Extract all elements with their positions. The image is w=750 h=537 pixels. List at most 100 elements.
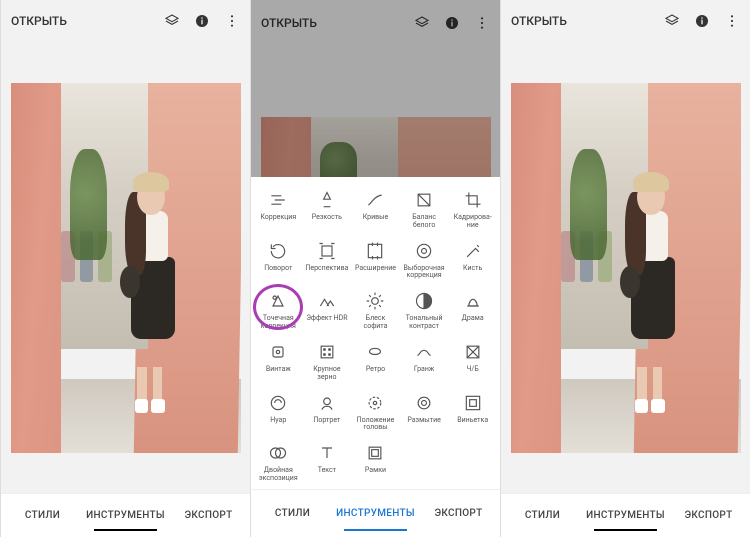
tool-label: Резкость	[312, 214, 342, 222]
tool-текст[interactable]: Текст	[304, 438, 351, 487]
tool-icon	[316, 240, 338, 262]
more-icon[interactable]	[724, 13, 740, 29]
bottom-tabs: СТИЛИ ИНСТРУМЕНТЫ ЭКСПОРТ	[251, 489, 500, 537]
tool-icon	[316, 290, 338, 312]
tool-блеск-софита[interactable]: Блеск софита	[352, 286, 399, 335]
tool-label: Выборочная коррекция	[402, 265, 447, 280]
tool-icon	[316, 392, 338, 414]
tool-icon	[316, 189, 338, 211]
tab-tools[interactable]: ИНСТРУМЕНТЫ	[334, 490, 417, 537]
tool-label: Эффект HDR	[306, 315, 347, 323]
tool-виньетка[interactable]: Виньетка	[449, 388, 496, 437]
tool-гранж[interactable]: Гранж	[401, 337, 448, 386]
tab-export[interactable]: ЭКСПОРТ	[417, 490, 500, 537]
tool-рамки[interactable]: Рамки	[352, 438, 399, 487]
info-icon[interactable]	[444, 15, 460, 31]
layers-icon[interactable]	[164, 13, 180, 29]
tool-баланс-белого[interactable]: Баланс белого	[401, 185, 448, 234]
tool-кисть[interactable]: Кисть	[449, 236, 496, 285]
tool-label: Гранж	[414, 366, 434, 374]
tool-кривые[interactable]: Кривые	[352, 185, 399, 234]
tool-перспектива[interactable]: Перспектива	[304, 236, 351, 285]
photo	[11, 83, 241, 453]
tool-label: Ч/Б	[467, 366, 479, 374]
tab-styles[interactable]: СТИЛИ	[1, 494, 84, 537]
bottom-tabs: СТИЛИ ИНСТРУМЕНТЫ ЭКСПОРТ	[1, 493, 250, 537]
tools-grid: Коррекция Резкость Кривые Баланс белогоКадр…	[251, 177, 500, 489]
info-icon[interactable]	[694, 13, 710, 29]
tool-эффект-hdr[interactable]: Эффект HDR	[304, 286, 351, 335]
tool-тональный-контраст[interactable]: Тональный контраст	[401, 286, 448, 335]
photo	[511, 83, 741, 453]
tool-icon	[364, 392, 386, 414]
layers-icon[interactable]	[664, 13, 680, 29]
tool-label: Кривые	[363, 214, 389, 222]
tool-label: Тональный контраст	[402, 315, 447, 330]
info-icon[interactable]	[194, 13, 210, 29]
tool-поворот[interactable]: Поворот	[255, 236, 302, 285]
layers-icon[interactable]	[414, 15, 430, 31]
tools-panel: Коррекция Резкость Кривые Баланс белогоКадр…	[251, 177, 500, 537]
tool-label: Винтаж	[266, 366, 291, 374]
tool-label: Положение головы	[353, 417, 398, 432]
tool-icon	[462, 240, 484, 262]
tool-icon	[267, 392, 289, 414]
tool-icon	[413, 189, 435, 211]
tool-icon	[364, 341, 386, 363]
tool-label: Рамки	[365, 467, 386, 475]
tool-винтаж[interactable]: Винтаж	[255, 337, 302, 386]
tool-label: Точечная коррекция	[256, 315, 301, 330]
tool-резкость[interactable]: Резкость	[304, 185, 351, 234]
tool-icon	[413, 392, 435, 414]
tool-положение-головы[interactable]: Положение головы	[352, 388, 399, 437]
tool-label: Блеск софита	[353, 315, 398, 330]
tool-нуар[interactable]: Нуар	[255, 388, 302, 437]
open-button[interactable]: ОТКРЫТЬ	[11, 14, 67, 28]
tab-tools[interactable]: ИНСТРУМЕНТЫ	[84, 494, 167, 537]
header: ОТКРЫТЬ	[251, 0, 500, 46]
tool-двойная-экспозиция[interactable]: Двойная экспозиция	[255, 438, 302, 487]
tool-драма[interactable]: Драма	[449, 286, 496, 335]
tab-export[interactable]: ЭКСПОРТ	[167, 494, 250, 537]
more-icon[interactable]	[224, 13, 240, 29]
tool-label: Текст	[318, 467, 336, 475]
tool-label: Нуар	[270, 417, 286, 425]
tool-размытие[interactable]: Размытие	[401, 388, 448, 437]
screen-middle: ОТКРЫТЬ Коррекция Резкость Кривые Баланс бе…	[250, 0, 500, 537]
tool-портрет[interactable]: Портрет	[304, 388, 351, 437]
tool-ретро[interactable]: Ретро	[352, 337, 399, 386]
photo-canvas[interactable]	[501, 43, 750, 493]
tab-export[interactable]: ЭКСПОРТ	[667, 494, 750, 537]
tool-label: Баланс белого	[402, 214, 447, 229]
tool-кадрирова-ние[interactable]: Кадрирова­ние	[449, 185, 496, 234]
tool-icon	[413, 240, 435, 262]
screen-right: ОТКРЫТЬ СТИЛИ ИНСТРУМЕНТЫ ЭКСПОРТ	[500, 0, 750, 537]
tool-label: Размытие	[407, 417, 441, 425]
tool-icon	[462, 189, 484, 211]
tool-label: Крупное зерно	[305, 366, 350, 381]
tool-точечная-коррекция[interactable]: Точечная коррекция	[255, 286, 302, 335]
tool-коррекция[interactable]: Коррекция	[255, 185, 302, 234]
tool-icon	[316, 442, 338, 464]
tab-styles[interactable]: СТИЛИ	[501, 494, 584, 537]
tool-крупное-зерно[interactable]: Крупное зерно	[304, 337, 351, 386]
tool-icon	[413, 290, 435, 312]
tool-label: Перспектива	[305, 265, 348, 273]
more-icon[interactable]	[474, 15, 490, 31]
tool-выборочная-коррекция[interactable]: Выборочная коррекция	[401, 236, 448, 285]
tool-icon	[413, 341, 435, 363]
photo-canvas[interactable]	[1, 43, 250, 493]
tool-label: Кадрирова­ние	[450, 214, 495, 229]
tool-icon	[462, 392, 484, 414]
tab-tools[interactable]: ИНСТРУМЕНТЫ	[584, 494, 667, 537]
tab-styles[interactable]: СТИЛИ	[251, 490, 334, 537]
tool-ч-б[interactable]: Ч/Б	[449, 337, 496, 386]
tool-icon	[267, 189, 289, 211]
tool-icon	[267, 442, 289, 464]
tool-icon	[364, 442, 386, 464]
open-button[interactable]: ОТКРЫТЬ	[511, 14, 567, 28]
tool-icon	[267, 341, 289, 363]
open-button[interactable]: ОТКРЫТЬ	[261, 16, 317, 30]
header: ОТКРЫТЬ	[1, 0, 250, 43]
tool-расширение[interactable]: Расширение	[352, 236, 399, 285]
